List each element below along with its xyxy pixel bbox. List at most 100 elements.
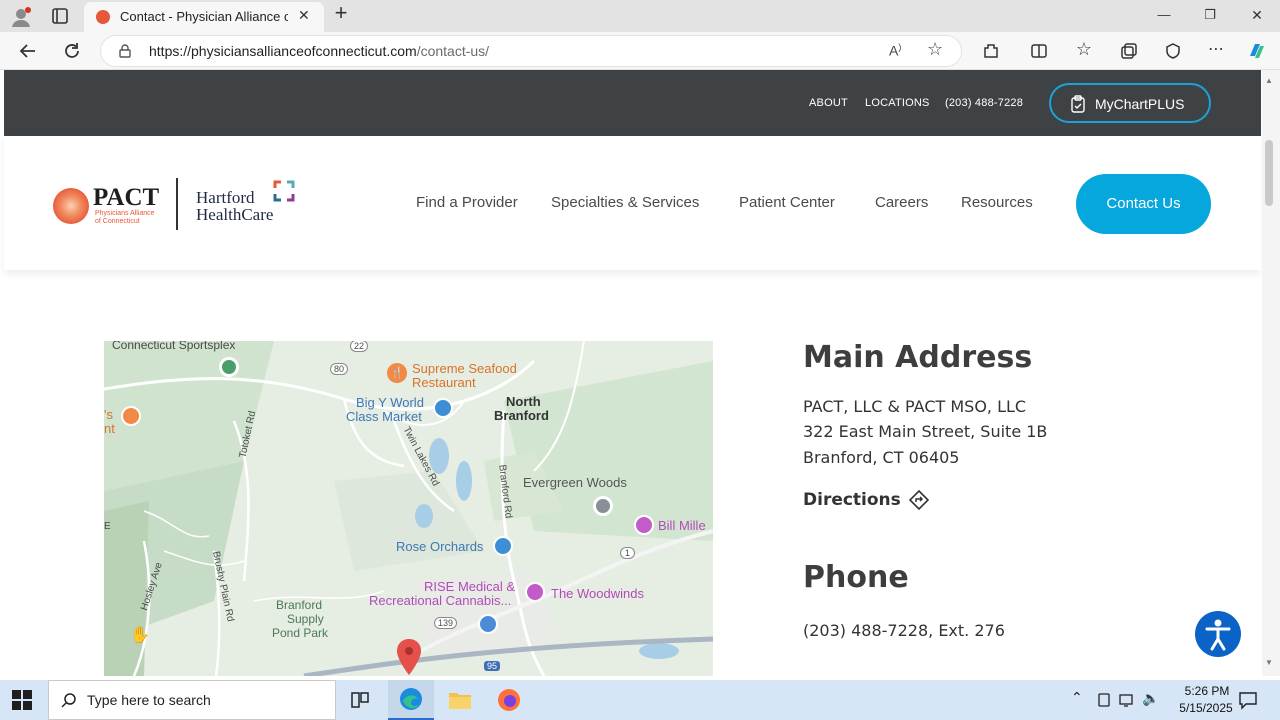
firefox-icon[interactable]	[497, 688, 521, 717]
collections-icon[interactable]	[1118, 41, 1140, 67]
search-placeholder: Type here to search	[87, 692, 211, 708]
address-bar[interactable]: https://physiciansallianceofconnecticut.…	[100, 35, 962, 67]
phone-link[interactable]: (203) 488-7228	[945, 97, 1023, 109]
pact-wordmark: PACT	[93, 184, 160, 211]
location-marker-icon[interactable]	[396, 639, 422, 676]
map-label-north-branford: North	[506, 394, 541, 409]
map-label-edge-e: E	[104, 521, 111, 532]
copilot-icon[interactable]	[1245, 40, 1269, 62]
map-route-80: 80	[330, 363, 349, 375]
nav-find-provider[interactable]: Find a Provider	[416, 194, 518, 211]
nav-careers[interactable]: Careers	[875, 194, 928, 211]
back-icon[interactable]	[16, 40, 40, 62]
map-route-95: 95	[484, 661, 501, 671]
extensions-icon[interactable]	[980, 41, 1002, 67]
phone-value[interactable]: (203) 488-7228, Ext. 276	[803, 621, 1005, 640]
split-screen-icon[interactable]	[1028, 41, 1050, 67]
scroll-down-icon[interactable]: ▼	[1265, 658, 1273, 667]
contact-us-button[interactable]: Contact Us	[1076, 174, 1211, 234]
nav-specialties[interactable]: Specialties & Services	[551, 194, 699, 211]
hhc-logo-mark	[273, 180, 295, 202]
main-address-heading: Main Address	[803, 340, 1033, 375]
browser-essentials-icon[interactable]	[1162, 41, 1184, 67]
clipboard-icon	[1071, 95, 1085, 118]
map-label-billmille: Bill Mille	[658, 518, 706, 533]
map-label-pond-park-2: Supply	[287, 612, 324, 626]
network-icon[interactable]	[1096, 692, 1112, 713]
map-label-bigy: Big Y World	[356, 395, 424, 410]
tab-close-icon[interactable]: ✕	[298, 7, 310, 24]
close-window-button[interactable]: ✕	[1245, 5, 1269, 25]
healthcare-wordmark: HealthCare	[196, 205, 274, 224]
refresh-icon[interactable]	[61, 40, 83, 62]
notifications-icon[interactable]	[1238, 690, 1258, 715]
address-line-3: Branford, CT 06405	[803, 448, 960, 467]
taskbar-search[interactable]: Type here to search	[48, 680, 336, 720]
edge-restaurant-pin-icon[interactable]	[121, 406, 141, 426]
favorite-star-icon[interactable]: ☆	[927, 39, 943, 60]
locations-link[interactable]: LOCATIONS	[865, 97, 930, 109]
windows-icon	[12, 690, 32, 710]
accessibility-icon	[1205, 619, 1231, 651]
pact-logo-mark	[53, 188, 89, 224]
map-label-pond-park: Branford	[276, 598, 323, 612]
directions-link[interactable]: Directions	[803, 489, 930, 514]
profile-icon[interactable]	[10, 6, 32, 28]
place-pin-icon[interactable]	[593, 496, 613, 516]
map-route-22: 22	[350, 341, 369, 352]
nav-resources[interactable]: Resources	[961, 194, 1033, 211]
accessibility-button[interactable]	[1195, 611, 1241, 657]
rise-pin-icon[interactable]	[525, 582, 545, 602]
favorites-icon[interactable]: ☆	[1073, 39, 1095, 59]
about-link[interactable]: ABOUT	[809, 97, 848, 109]
phone-heading: Phone	[803, 560, 909, 595]
hand-cursor-icon: ✋	[130, 627, 150, 644]
file-explorer-icon[interactable]	[448, 689, 472, 716]
new-tab-button[interactable]: +	[330, 2, 352, 24]
task-view-icon[interactable]	[350, 690, 370, 715]
scrollbar-thumb[interactable]	[1265, 140, 1273, 206]
mychartplus-label: MyChartPLUS	[1095, 96, 1185, 112]
taskbar-date[interactable]: 5/15/2025	[1168, 701, 1244, 715]
tab-contact[interactable]: Contact - Physician Alliance of C ✕	[84, 2, 324, 32]
pact-subtitle-2: of Connecticut	[95, 218, 140, 225]
google-map[interactable]: Connecticut Sportsplex 🍴 Supreme Seafood…	[104, 341, 713, 676]
start-button[interactable]	[12, 690, 32, 715]
wifi-icon[interactable]	[1118, 692, 1136, 713]
minimize-button[interactable]: —	[1152, 5, 1176, 25]
transit-pin-icon[interactable]	[478, 614, 498, 634]
tab-title: Contact - Physician Alliance of C	[120, 9, 288, 24]
map-label-edge-t: nt	[104, 421, 115, 436]
map-label-edge-s: 's	[104, 407, 113, 422]
map-label-seafood: Supreme Seafood	[412, 361, 517, 376]
address-line-2: 322 East Main Street, Suite 1B	[803, 422, 1048, 441]
map-label-rise: RISE Medical &	[424, 579, 516, 594]
map-label-rise-2: Recreational Cannabis...	[369, 593, 512, 608]
favicon-icon	[96, 10, 110, 24]
show-hidden-icons[interactable]: ⌃	[1071, 689, 1083, 706]
logo-divider	[176, 178, 178, 230]
more-menu-icon[interactable]: ⋯	[1205, 40, 1227, 60]
restore-button[interactable]: ❐	[1198, 5, 1222, 25]
map-background	[104, 341, 713, 676]
pact-logo[interactable]: PACT Physicians Alliance of Connecticut …	[53, 178, 303, 234]
scroll-up-icon[interactable]: ▲	[1265, 76, 1273, 85]
rose-orchards-pin-icon[interactable]	[493, 536, 513, 556]
edge-taskbar-icon[interactable]	[388, 680, 434, 720]
taskbar-time[interactable]: 5:26 PM	[1174, 684, 1240, 698]
map-label-pond-park-3: Pond Park	[272, 626, 329, 640]
shopping-purple-pin-icon[interactable]	[634, 515, 654, 535]
restaurant-pin-icon[interactable]: 🍴	[387, 363, 407, 383]
address-line-1: PACT, LLC & PACT MSO, LLC	[803, 397, 1027, 416]
map-label-woodwinds: The Woodwinds	[551, 586, 644, 601]
read-aloud-icon[interactable]: A)	[889, 42, 901, 59]
tab-actions-icon[interactable]	[50, 6, 70, 26]
shopping-pin-icon[interactable]	[433, 398, 453, 418]
map-route-1: 1	[620, 547, 636, 559]
mychartplus-button[interactable]: MyChartPLUS	[1049, 83, 1211, 123]
volume-icon[interactable]: 🔈	[1142, 690, 1159, 707]
park-pin-icon[interactable]	[219, 357, 239, 377]
search-icon	[61, 692, 77, 713]
lock-icon	[119, 44, 131, 63]
nav-patient-center[interactable]: Patient Center	[739, 194, 835, 211]
